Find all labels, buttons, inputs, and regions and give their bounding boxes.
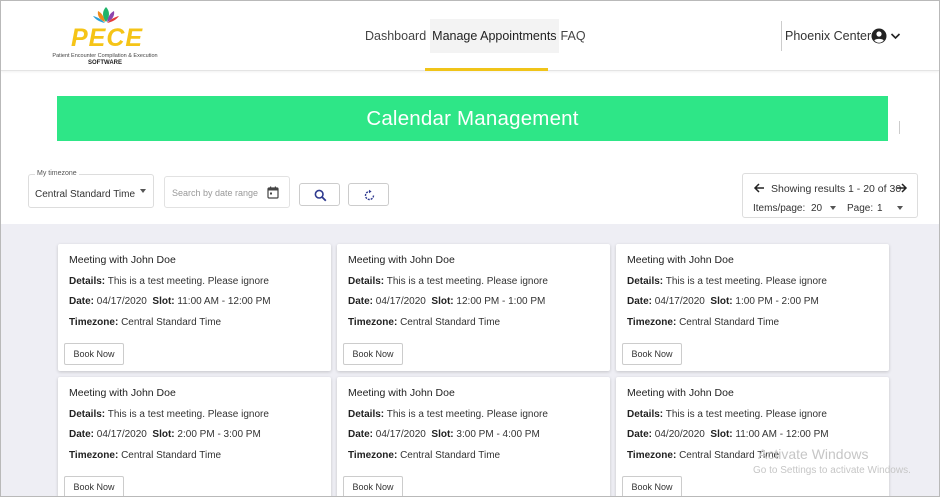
card-title: Meeting with John Doe xyxy=(348,387,455,399)
appointment-card: Meeting with John Doe Details: This is a… xyxy=(337,244,610,371)
arrow-left-icon[interactable] xyxy=(753,182,765,194)
chevron-down-icon[interactable] xyxy=(890,31,901,41)
card-date-slot: Date: 04/17/2020 Slot: 12:00 PM - 1:00 P… xyxy=(348,296,546,307)
logo-software-label: SOFTWARE xyxy=(88,60,122,66)
pagination-panel: Showing results 1 - 20 of 30 Items/page:… xyxy=(742,173,918,218)
page-title-banner: Calendar Management xyxy=(57,96,888,141)
main-nav: Dashboard Manage Appointments FAQ xyxy=(363,19,588,71)
date-range-input[interactable]: Search by date range xyxy=(164,176,290,208)
dropdown-arrow-icon[interactable] xyxy=(830,206,836,210)
timezone-value: Central Standard Time xyxy=(35,189,136,200)
book-now-button[interactable]: Book Now xyxy=(622,343,682,365)
account-circle-icon[interactable] xyxy=(871,28,887,44)
activation-watermark-title: Activate Windows xyxy=(758,446,869,462)
app-window: PECE Patient Encounter Compilation & Exe… xyxy=(0,0,940,497)
book-now-button[interactable]: Book Now xyxy=(343,476,403,496)
card-date-slot: Date: 04/17/2020 Slot: 11:00 AM - 12:00 … xyxy=(69,296,271,307)
card-title: Meeting with John Doe xyxy=(627,254,734,266)
book-now-button[interactable]: Book Now xyxy=(64,476,124,496)
card-details: Details: This is a test meeting. Please … xyxy=(69,409,269,420)
card-details: Details: This is a test meeting. Please … xyxy=(69,276,269,287)
pece-logo[interactable]: PECE Patient Encounter Compilation & Exe… xyxy=(45,5,165,67)
card-timezone: Timezone: Central Standard Time xyxy=(348,450,501,461)
card-timezone: Timezone: Central Standard Time xyxy=(627,450,780,461)
appointment-card: Meeting with John Doe Details: This is a… xyxy=(337,377,610,496)
dropdown-arrow-icon xyxy=(140,189,146,193)
refresh-icon xyxy=(364,189,375,201)
card-date-slot: Date: 04/17/2020 Slot: 1:00 PM - 2:00 PM xyxy=(627,296,819,307)
logo-subtitle: Patient Encounter Compilation & Executio… xyxy=(52,53,158,59)
active-nav-indicator xyxy=(425,68,548,71)
banner-divider xyxy=(899,121,900,134)
appointment-card: Meeting with John Doe Details: This is a… xyxy=(616,244,889,371)
card-date-slot: Date: 04/17/2020 Slot: 3:00 PM - 4:00 PM xyxy=(348,429,540,440)
card-timezone: Timezone: Central Standard Time xyxy=(348,317,501,328)
timezone-select[interactable]: My timezone Central Standard Time xyxy=(28,170,154,208)
search-icon xyxy=(314,189,327,202)
nav-manage-appointments[interactable]: Manage Appointments xyxy=(430,19,559,53)
appointment-card: Meeting with John Doe Details: This is a… xyxy=(616,377,889,496)
card-title: Meeting with John Doe xyxy=(348,254,455,266)
items-per-page-select[interactable]: 20 xyxy=(811,203,822,214)
search-button[interactable] xyxy=(299,183,340,206)
activation-watermark-text: Go to Settings to activate Windows. xyxy=(753,465,911,476)
book-now-button[interactable]: Book Now xyxy=(343,343,403,365)
appointment-card: Meeting with John Doe Details: This is a… xyxy=(58,244,331,371)
results-summary: Showing results 1 - 20 of 30 xyxy=(771,183,902,195)
arrow-right-icon[interactable] xyxy=(896,182,908,194)
card-timezone: Timezone: Central Standard Time xyxy=(69,450,222,461)
timezone-label: My timezone xyxy=(35,170,79,177)
page-select[interactable]: 1 xyxy=(877,203,883,214)
items-per-page-label: Items/page: xyxy=(753,203,806,214)
card-details: Details: This is a test meeting. Please … xyxy=(348,409,548,420)
top-header: PECE Patient Encounter Compilation & Exe… xyxy=(1,1,939,71)
card-timezone: Timezone: Central Standard Time xyxy=(69,317,222,328)
page-label: Page: xyxy=(847,203,874,214)
card-title: Meeting with John Doe xyxy=(69,387,176,399)
card-timezone: Timezone: Central Standard Time xyxy=(627,317,780,328)
header-divider xyxy=(781,21,782,51)
card-details: Details: This is a test meeting. Please … xyxy=(627,276,827,287)
card-details: Details: This is a test meeting. Please … xyxy=(348,276,548,287)
book-now-button[interactable]: Book Now xyxy=(622,476,682,496)
card-title: Meeting with John Doe xyxy=(627,387,734,399)
card-title: Meeting with John Doe xyxy=(69,254,176,266)
refresh-button[interactable] xyxy=(348,183,389,206)
dropdown-arrow-icon[interactable] xyxy=(897,206,903,210)
card-date-slot: Date: 04/17/2020 Slot: 2:00 PM - 3:00 PM xyxy=(69,429,261,440)
user-name[interactable]: Phoenix Center xyxy=(785,29,871,43)
book-now-button[interactable]: Book Now xyxy=(64,343,124,365)
nav-faq[interactable]: FAQ xyxy=(559,19,588,53)
appointment-card: Meeting with John Doe Details: This is a… xyxy=(58,377,331,496)
card-details: Details: This is a test meeting. Please … xyxy=(627,409,827,420)
logo-wordmark: PECE xyxy=(71,24,144,52)
date-range-placeholder: Search by date range xyxy=(172,188,259,198)
nav-dashboard[interactable]: Dashboard xyxy=(363,19,428,53)
card-date-slot: Date: 04/20/2020 Slot: 11:00 AM - 12:00 … xyxy=(627,429,829,440)
calendar-icon[interactable] xyxy=(267,186,279,199)
